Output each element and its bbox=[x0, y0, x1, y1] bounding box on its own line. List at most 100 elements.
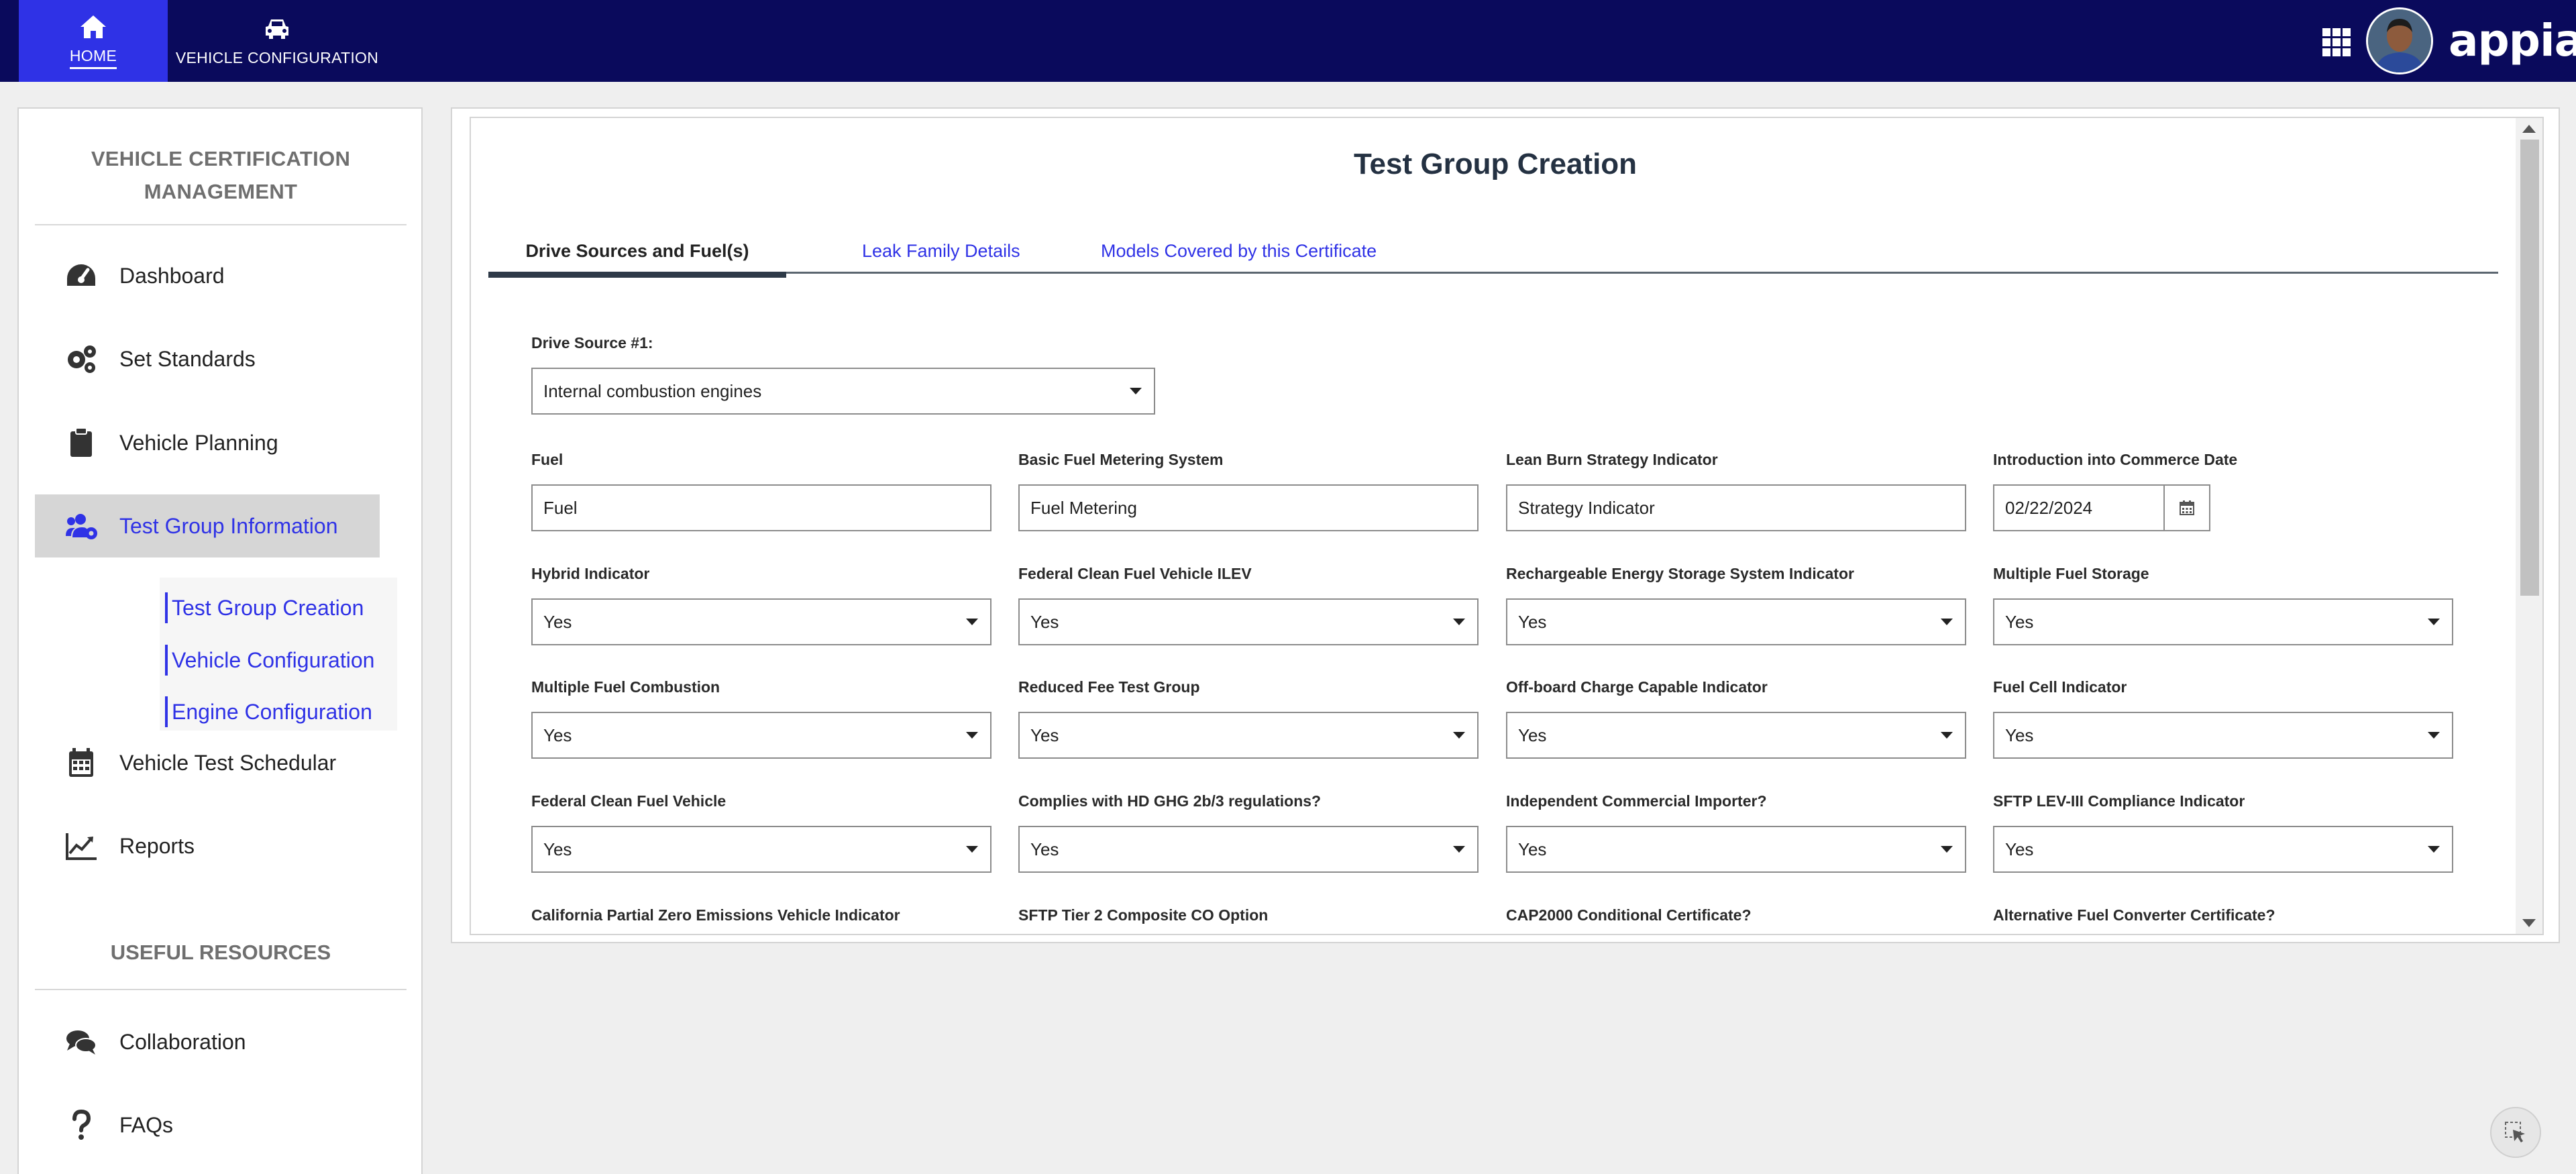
scroll-down-arrow-icon[interactable] bbox=[2522, 919, 2536, 927]
select-value: Yes bbox=[2005, 839, 2034, 859]
scroll-up-arrow-icon[interactable] bbox=[2522, 125, 2536, 133]
scrollbar-thumb[interactable] bbox=[2520, 140, 2539, 596]
select-value: Yes bbox=[543, 839, 572, 859]
multiple-fuel-storage-select[interactable]: Yes bbox=[1993, 598, 2453, 645]
sidebar-subitem-test-group-creation[interactable]: Test Group Creation bbox=[165, 592, 364, 623]
brand-logo: appian bbox=[2449, 15, 2576, 66]
offboard-charge-select[interactable]: Yes bbox=[1506, 712, 1966, 759]
sidebar-divider bbox=[35, 989, 407, 990]
sidebar-item-faqs[interactable]: FAQs bbox=[35, 1093, 380, 1157]
chevron-down-icon bbox=[966, 846, 978, 853]
sftp-tier2-label: SFTP Tier 2 Composite CO Option bbox=[1018, 906, 1269, 924]
calendar-icon bbox=[2180, 500, 2194, 515]
clean-fuel-ilev-select[interactable]: Yes bbox=[1018, 598, 1479, 645]
chevron-down-icon bbox=[966, 619, 978, 625]
speedometer-icon bbox=[63, 260, 99, 291]
form-scrollbar[interactable] bbox=[2516, 118, 2542, 934]
fuel-input[interactable]: Fuel bbox=[531, 484, 991, 531]
multiple-fuel-combustion-label: Multiple Fuel Combustion bbox=[531, 678, 720, 696]
sftp-lev3-label: SFTP LEV-III Compliance Indicator bbox=[1993, 792, 2245, 810]
clean-fuel-vehicle-select[interactable]: Yes bbox=[531, 826, 991, 873]
partial-zev-label: California Partial Zero Emissions Vehicl… bbox=[531, 906, 900, 924]
clean-fuel-vehicle-label: Federal Clean Fuel Vehicle bbox=[531, 792, 727, 810]
sidebar-item-label: Dashboard bbox=[119, 263, 225, 288]
element-picker-button[interactable] bbox=[2490, 1107, 2541, 1158]
select-value: Yes bbox=[1030, 612, 1059, 632]
chevron-down-icon bbox=[1453, 846, 1465, 853]
sidebar-item-label: Collaboration bbox=[119, 1029, 246, 1054]
top-navigation-bar: HOME VEHICLE CONFIGURATION appian bbox=[0, 0, 2576, 82]
useful-resources-heading: USEFUL RESOURCES bbox=[110, 941, 331, 964]
sidebar-item-vehicle-test-schedular[interactable]: Vehicle Test Schedular bbox=[35, 731, 380, 794]
hd-ghg-label: Complies with HD GHG 2b/3 regulations? bbox=[1018, 792, 1322, 810]
question-icon bbox=[63, 1110, 99, 1140]
sidebar-subitem-vehicle-configuration[interactable]: Vehicle Configuration bbox=[165, 645, 374, 676]
hybrid-indicator-select[interactable]: Yes bbox=[531, 598, 991, 645]
date-picker-button[interactable] bbox=[2163, 484, 2210, 531]
sidebar-item-label: Vehicle Planning bbox=[119, 430, 278, 455]
sidebar-item-label: FAQs bbox=[119, 1112, 174, 1137]
users-cog-icon bbox=[63, 511, 99, 541]
sidebar-item-dashboard[interactable]: Dashboard bbox=[35, 244, 380, 307]
chevron-down-icon bbox=[1453, 732, 1465, 739]
chevron-down-icon bbox=[1941, 619, 1953, 625]
sidebar: VEHICLE CERTIFICATION MANAGEMENT Dashboa… bbox=[17, 107, 423, 1174]
sidebar-subitem-engine-configuration[interactable]: Engine Configuration bbox=[165, 696, 372, 727]
sidebar-item-set-standards[interactable]: Set Standards bbox=[35, 327, 380, 390]
chevron-down-icon bbox=[2428, 732, 2440, 739]
alt-fuel-converter-label: Alternative Fuel Converter Certificate? bbox=[1993, 906, 2275, 924]
commercial-importer-label: Independent Commercial Importer? bbox=[1506, 792, 1767, 810]
tab-models-covered[interactable]: Models Covered by this Certificate bbox=[1101, 228, 1377, 274]
user-avatar[interactable] bbox=[2366, 7, 2433, 74]
sftp-lev3-select[interactable]: Yes bbox=[1993, 826, 2453, 873]
chevron-down-icon bbox=[1941, 846, 1953, 853]
hd-ghg-select[interactable]: Yes bbox=[1018, 826, 1479, 873]
reduced-fee-label: Reduced Fee Test Group bbox=[1018, 678, 1200, 696]
lean-burn-label: Lean Burn Strategy Indicator bbox=[1506, 451, 1718, 468]
gears-icon bbox=[63, 343, 99, 374]
select-value: Yes bbox=[2005, 725, 2034, 745]
sidebar-item-label: Set Standards bbox=[119, 346, 256, 371]
chevron-down-icon bbox=[2428, 619, 2440, 625]
nav-tab-vehicle-configuration[interactable]: VEHICLE CONFIGURATION bbox=[168, 0, 386, 82]
cap2000-label: CAP2000 Conditional Certificate? bbox=[1506, 906, 1752, 924]
sidebar-submenu: Test Group Creation Vehicle Configuratio… bbox=[160, 578, 397, 731]
drive-source-select[interactable]: Internal combustion engines bbox=[531, 368, 1155, 415]
commerce-date-input[interactable]: 02/22/2024 bbox=[1993, 484, 2165, 531]
sidebar-item-vehicle-planning[interactable]: Vehicle Planning bbox=[35, 411, 380, 474]
sidebar-item-reports[interactable]: Reports bbox=[35, 814, 380, 877]
sidebar-divider bbox=[35, 224, 407, 225]
calendar-icon bbox=[63, 747, 99, 778]
select-value: Yes bbox=[1030, 725, 1059, 745]
select-value: Yes bbox=[1518, 839, 1547, 859]
reduced-fee-select[interactable]: Yes bbox=[1018, 712, 1479, 759]
app-grid-icon[interactable] bbox=[2322, 28, 2351, 56]
fuel-cell-select[interactable]: Yes bbox=[1993, 712, 2453, 759]
sidebar-item-test-group-information[interactable]: Test Group Information bbox=[35, 494, 380, 557]
ress-indicator-label: Rechargeable Energy Storage System Indic… bbox=[1506, 565, 1854, 582]
chevron-down-icon bbox=[966, 732, 978, 739]
ress-indicator-select[interactable]: Yes bbox=[1506, 598, 1966, 645]
form-tabs: Drive Sources and Fuel(s) Leak Family De… bbox=[488, 228, 2498, 278]
multiple-fuel-combustion-select[interactable]: Yes bbox=[531, 712, 991, 759]
chart-line-icon bbox=[63, 831, 99, 861]
tab-leak-family-details[interactable]: Leak Family Details bbox=[862, 228, 1020, 274]
comments-icon bbox=[63, 1026, 99, 1057]
select-value: Yes bbox=[1030, 839, 1059, 859]
sidebar-item-collaboration[interactable]: Collaboration bbox=[35, 1010, 380, 1073]
fuel-cell-label: Fuel Cell Indicator bbox=[1993, 678, 2127, 696]
commerce-date-label: Introduction into Commerce Date bbox=[1993, 451, 2238, 468]
home-icon bbox=[80, 15, 106, 38]
lean-burn-input[interactable]: Strategy Indicator bbox=[1506, 484, 1966, 531]
commercial-importer-select[interactable]: Yes bbox=[1506, 826, 1966, 873]
clean-fuel-ilev-label: Federal Clean Fuel Vehicle ILEV bbox=[1018, 565, 1252, 582]
select-value: Yes bbox=[543, 612, 572, 632]
tab-drive-sources[interactable]: Drive Sources and Fuel(s) bbox=[488, 228, 786, 278]
nav-tab-home[interactable]: HOME bbox=[19, 0, 168, 82]
sidebar-item-label: Reports bbox=[119, 833, 195, 858]
chevron-down-icon bbox=[2428, 846, 2440, 853]
chevron-down-icon bbox=[1130, 388, 1142, 394]
select-value: Yes bbox=[1518, 725, 1547, 745]
fuel-metering-input[interactable]: Fuel Metering bbox=[1018, 484, 1479, 531]
nav-tab-label: HOME bbox=[69, 47, 117, 69]
